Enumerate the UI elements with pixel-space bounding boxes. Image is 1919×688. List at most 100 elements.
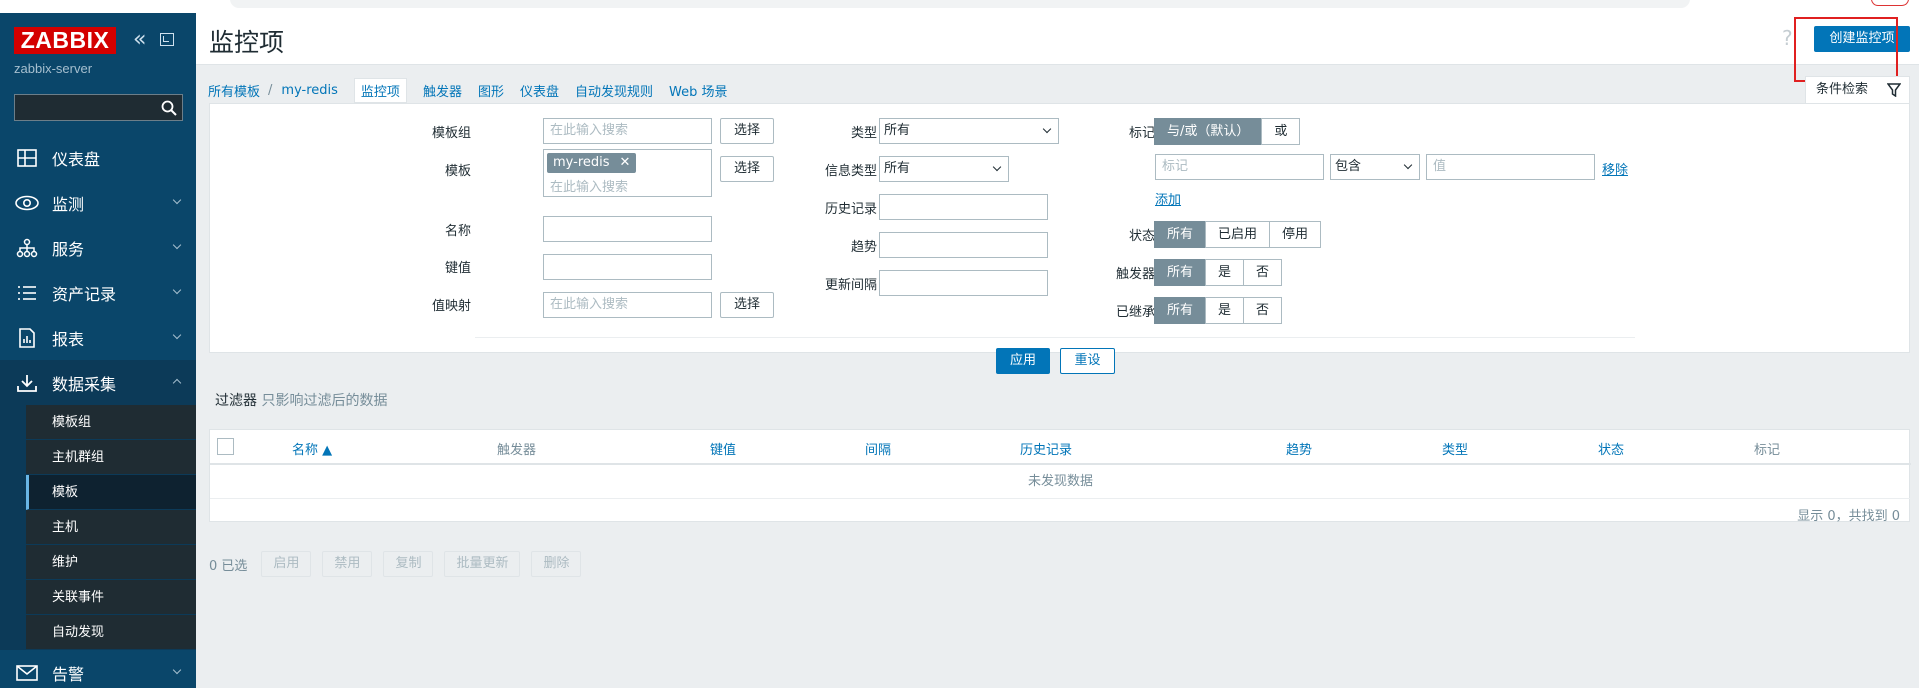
subnav-item-host-groups[interactable]: 主机群组 [26,440,196,475]
value-map-label: 值映射 [431,299,471,314]
inherited-no[interactable]: 否 [1243,297,1283,324]
breadcrumb-template[interactable]: my-redis [281,83,338,98]
list-icon [14,282,40,304]
mass-actions-bar: 0 已选 启用 禁用 复制 批量更新 删除 [209,551,592,577]
collapse-sidebar-icon[interactable]: « [133,29,153,51]
subnav-data-collection: 模板组 主机群组 模板 主机 维护 关联事件 自动发现 [0,405,196,650]
select-all-checkbox[interactable] [217,438,234,455]
nav-label: 仪表盘 [52,149,101,169]
kiosk-mode-icon[interactable] [160,33,174,46]
filter-tab[interactable]: 条件检索 [1805,76,1910,104]
template-label: 模板 [444,164,471,179]
triggers-all[interactable]: 所有 [1154,259,1207,286]
nav-item-services[interactable]: 服务 [0,225,196,270]
logo-row: ZABBIX « [14,27,194,55]
triggers-label: 触发器 [1115,267,1155,282]
nav-item-reports[interactable]: 报表 [0,315,196,360]
nav-item-dashboard[interactable]: 仪表盘 [0,135,196,180]
chevron-down-icon [992,162,1002,172]
name-input[interactable] [543,216,712,242]
chevron-down-icon [172,665,182,675]
value-map-select-button[interactable]: 选择 [720,292,774,318]
nav-item-data-collection[interactable]: 数据采集 [0,360,196,405]
key-input[interactable] [543,254,712,280]
disable-button[interactable]: 禁用 [322,551,373,577]
status-enabled[interactable]: 已启用 [1205,221,1271,248]
info-type-select[interactable]: 所有 [879,156,1009,182]
subnav-item-hosts[interactable]: 主机 [26,510,196,545]
reset-button[interactable]: 重设 [1060,348,1115,374]
status-group: 所有 已启用 停用 [1154,221,1322,248]
selected-count: 0 已选 [209,558,248,574]
column-key[interactable]: 键值 [710,439,736,458]
tag-add-link[interactable]: 添加 [1155,189,1181,208]
result-count: 显示 0，共找到 0 [1797,509,1900,524]
zabbix-logo[interactable]: ZABBIX [14,27,116,54]
nav-item-inventory[interactable]: 资产记录 [0,270,196,315]
items-table: 名称 ▲ 触发器 键值 间隔 历史记录 趋势 类型 状态 标记 未发现数据 显示… [209,429,1911,524]
column-history[interactable]: 历史记录 [1020,439,1072,458]
subnav-item-template-groups[interactable]: 模板组 [26,405,196,440]
table-header: 名称 ▲ 触发器 键值 间隔 历史记录 趋势 类型 状态 标记 [210,430,1911,465]
column-type[interactable]: 类型 [1442,439,1468,458]
create-item-button[interactable]: 创建监控项 [1814,26,1910,52]
tags-op-and-or[interactable]: 与/或（默认） [1154,118,1263,145]
template-search-placeholder: 在此输入搜索 [550,180,629,195]
template-group-select-button[interactable]: 选择 [720,118,774,144]
inherited-yes[interactable]: 是 [1205,297,1245,324]
triggers-yes[interactable]: 是 [1205,259,1245,286]
trends-input[interactable] [879,232,1048,258]
browser-profile-button[interactable] [1871,0,1909,6]
update-interval-input[interactable] [879,270,1048,296]
type-select[interactable]: 所有 [879,118,1059,144]
status-disabled[interactable]: 停用 [1269,221,1322,248]
tag-name-input[interactable]: 标记 [1155,154,1324,180]
template-multiselect[interactable]: my-redis ✕ 在此输入搜索 [543,149,712,197]
nav-item-alerts[interactable]: 告警 [0,650,196,688]
tags-op-or[interactable]: 或 [1261,118,1301,145]
server-name: zabbix-server [14,61,93,76]
delete-button[interactable]: 删除 [531,551,582,577]
subnav-item-discovery[interactable]: 自动发现 [26,615,196,650]
filter-panel: 模板组 在此输入搜索 选择 模板 my-redis ✕ 在此输入搜索 选择 名称 … [209,103,1910,374]
remove-chip-icon[interactable]: ✕ [620,155,631,170]
tag-value-input[interactable]: 值 [1426,154,1595,180]
value-map-input[interactable]: 在此输入搜索 [543,292,712,318]
triggers-no[interactable]: 否 [1243,259,1283,286]
apply-button[interactable]: 应用 [996,348,1050,374]
subnav-item-templates[interactable]: 模板 [26,475,196,510]
tab-triggers[interactable]: 触发器 [423,81,462,100]
template-group-input[interactable]: 在此输入搜索 [543,118,712,144]
column-status[interactable]: 状态 [1598,439,1624,458]
browser-address-bar[interactable] [230,0,1690,8]
sidebar-search-input[interactable] [14,94,183,121]
search-icon[interactable] [160,99,178,117]
status-all[interactable]: 所有 [1154,221,1207,248]
tag-condition-select[interactable]: 包含 [1330,154,1420,180]
subnav-item-maintenance[interactable]: 维护 [26,545,196,580]
column-triggers: 触发器 [497,443,537,458]
inherited-all[interactable]: 所有 [1154,297,1207,324]
chevron-down-icon [172,240,182,250]
tab-dashboards[interactable]: 仪表盘 [520,81,559,100]
main-nav: 仪表盘 监测 服务 资产记录 报表 数据采集 模板组 主机群组 模板 主机 维护… [0,135,196,688]
subnav-item-event-correlation[interactable]: 关联事件 [26,580,196,615]
template-group-label: 模板组 [431,126,471,141]
history-input[interactable] [879,194,1048,220]
column-trends[interactable]: 趋势 [1286,439,1312,458]
tag-remove-link[interactable]: 移除 [1602,159,1628,178]
help-icon[interactable]: ? [1782,26,1793,50]
template-select-button[interactable]: 选择 [720,156,774,182]
eye-icon [14,192,40,214]
tab-web-scenarios[interactable]: Web 场景 [669,81,727,100]
copy-button[interactable]: 复制 [383,551,434,577]
tab-discovery-rules[interactable]: 自动发现规则 [575,81,653,100]
breadcrumb-all-templates[interactable]: 所有模板 [208,81,260,100]
tab-items[interactable]: 监控项 [353,77,407,103]
tab-graphs[interactable]: 图形 [478,81,504,100]
nav-item-monitoring[interactable]: 监测 [0,180,196,225]
column-interval[interactable]: 间隔 [865,439,891,458]
enable-button[interactable]: 启用 [261,551,312,577]
mass-update-button[interactable]: 批量更新 [444,551,521,577]
column-name[interactable]: 名称 ▲ [292,439,332,458]
